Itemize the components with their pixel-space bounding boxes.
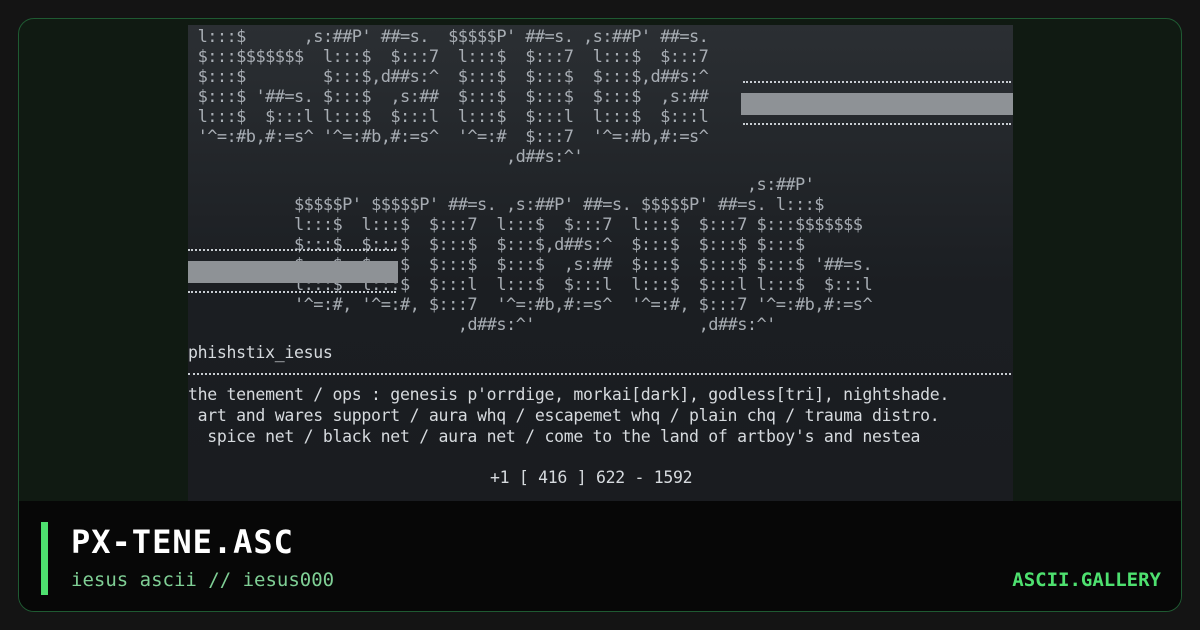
artist-handle: phishstix_iesus xyxy=(188,343,333,362)
preview-card: l:::$ ,s:##P' ##=s. $$$$$P' ##=s. ,s:##P… xyxy=(18,18,1182,612)
grey-bar xyxy=(188,261,398,283)
logo-line: ,d##s:^' ,d##s:^' xyxy=(188,315,777,335)
logo-line: $$$$$P' $$$$$P' ##=s. ,s:##P' ##=s. $$$$… xyxy=(188,195,825,215)
logo-line: $:::$ $:::$,d##s:^ $:::$ $:::$ $:::$,d##… xyxy=(188,67,709,87)
logo-line: l:::$ l:::$ $:::7 l:::$ $:::7 l:::$ $:::… xyxy=(188,215,863,235)
divider-rule xyxy=(743,81,1011,83)
phone-number: +1 [ 416 ] 622 - 1592 xyxy=(490,468,693,487)
logo-line: '^=:#b,#:=s^ '^=:#b,#:=s^ '^=:# $:::7 '^… xyxy=(188,127,709,147)
logo-line: ,s:##P' xyxy=(188,175,815,195)
artist-credit: iesus ascii // iesus000 xyxy=(71,569,335,591)
logo-line: $:::$ $:::$ $:::$ $:::$,d##s:^ $:::$ $::… xyxy=(188,235,805,255)
logo-line: $:::$$$$$$$ l:::$ $:::7 l:::$ $:::7 l:::… xyxy=(188,47,709,67)
divider-rule xyxy=(188,373,1011,375)
logo-line: l:::$ ,s:##P' ##=s. $$$$$P' ##=s. ,s:##P… xyxy=(188,27,709,47)
info-footer: PX-TENE.ASC iesus ascii // iesus000 ASCI… xyxy=(19,501,1181,611)
accent-bar xyxy=(41,522,48,595)
credits-line: spice net / black net / aura net / come … xyxy=(188,427,921,446)
credits-line: the tenement / ops : genesis p'orrdige, … xyxy=(188,385,950,404)
logo-line: '^=:#, '^=:#, $:::7 '^=:#b,#:=s^ '^=:#, … xyxy=(188,295,873,315)
logo-line: ,d##s:^' xyxy=(188,147,584,167)
file-title: PX-TENE.ASC xyxy=(71,523,294,561)
ascii-artwork: l:::$ ,s:##P' ##=s. $$$$$P' ##=s. ,s:##P… xyxy=(188,25,1013,501)
site-brand: ASCII.GALLERY xyxy=(1012,569,1161,591)
divider-rule xyxy=(188,291,396,293)
divider-rule xyxy=(743,123,1011,125)
grey-bar xyxy=(741,93,1013,115)
divider-rule xyxy=(188,249,396,251)
logo-line: $:::$ '##=s. $:::$ ,s:## $:::$ $:::$ $::… xyxy=(188,87,709,107)
credits-line: art and wares support / aura whq / escap… xyxy=(188,406,940,425)
logo-line: l:::$ $:::l l:::$ $:::l l:::$ $:::l l:::… xyxy=(188,107,709,127)
